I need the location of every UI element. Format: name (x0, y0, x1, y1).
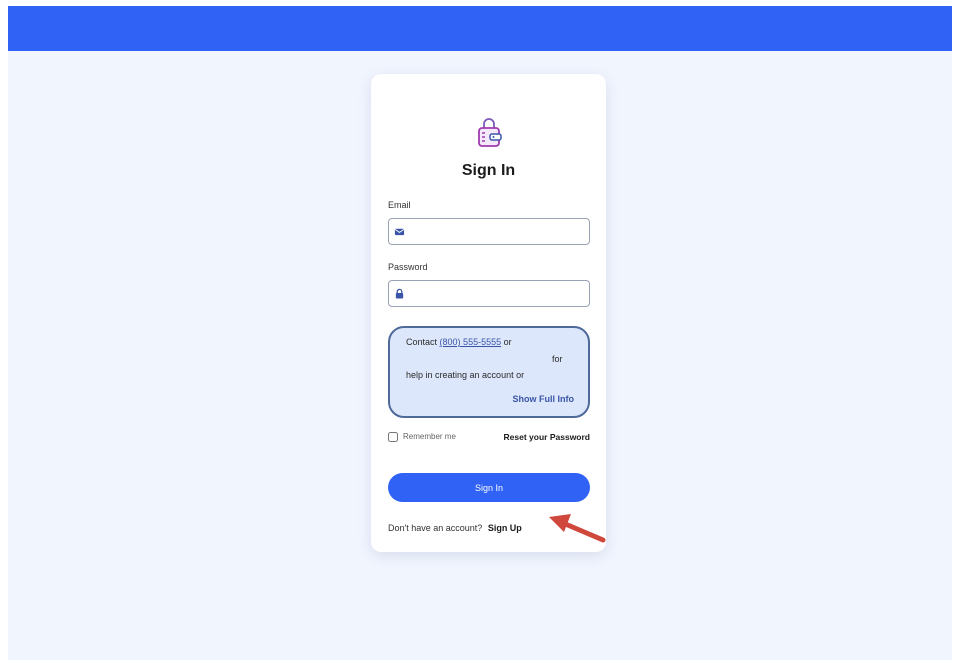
wallet-lock-icon (478, 118, 502, 147)
contact-line: Contact (800) 555-5555 or (406, 337, 512, 347)
for-text: for (552, 354, 563, 364)
lock-icon (395, 288, 404, 299)
password-label: Password (388, 262, 428, 272)
contact-info-box: Contact (800) 555-5555 or for help in cr… (388, 326, 590, 418)
password-field[interactable] (388, 280, 590, 307)
email-field[interactable] (388, 218, 590, 245)
envelope-icon (394, 228, 405, 236)
page: Sign In Email Password Contact (800) 555… (8, 6, 952, 660)
show-full-info-button[interactable]: Show Full Info (513, 394, 575, 404)
top-bar (8, 6, 952, 51)
signin-card: Sign In Email Password Contact (800) 555… (371, 74, 606, 552)
no-account-text: Don't have an account? (388, 523, 483, 533)
contact-prefix: Contact (406, 337, 438, 347)
remember-me-label[interactable]: Remember me (403, 432, 456, 441)
phone-link[interactable]: (800) 555-5555 (440, 337, 502, 347)
sign-in-button[interactable]: Sign In (388, 473, 590, 502)
signup-row: Don't have an account? Sign Up (388, 523, 522, 533)
reset-password-link[interactable]: Reset your Password (504, 432, 590, 442)
page-title: Sign In (461, 162, 516, 179)
email-label: Email (388, 200, 411, 210)
help-text: help in creating an account or (406, 370, 525, 380)
contact-suffix: or (503, 337, 512, 347)
remember-me-checkbox[interactable] (388, 432, 398, 442)
red-arrow-icon (549, 514, 606, 543)
sign-up-link[interactable]: Sign Up (488, 523, 522, 533)
